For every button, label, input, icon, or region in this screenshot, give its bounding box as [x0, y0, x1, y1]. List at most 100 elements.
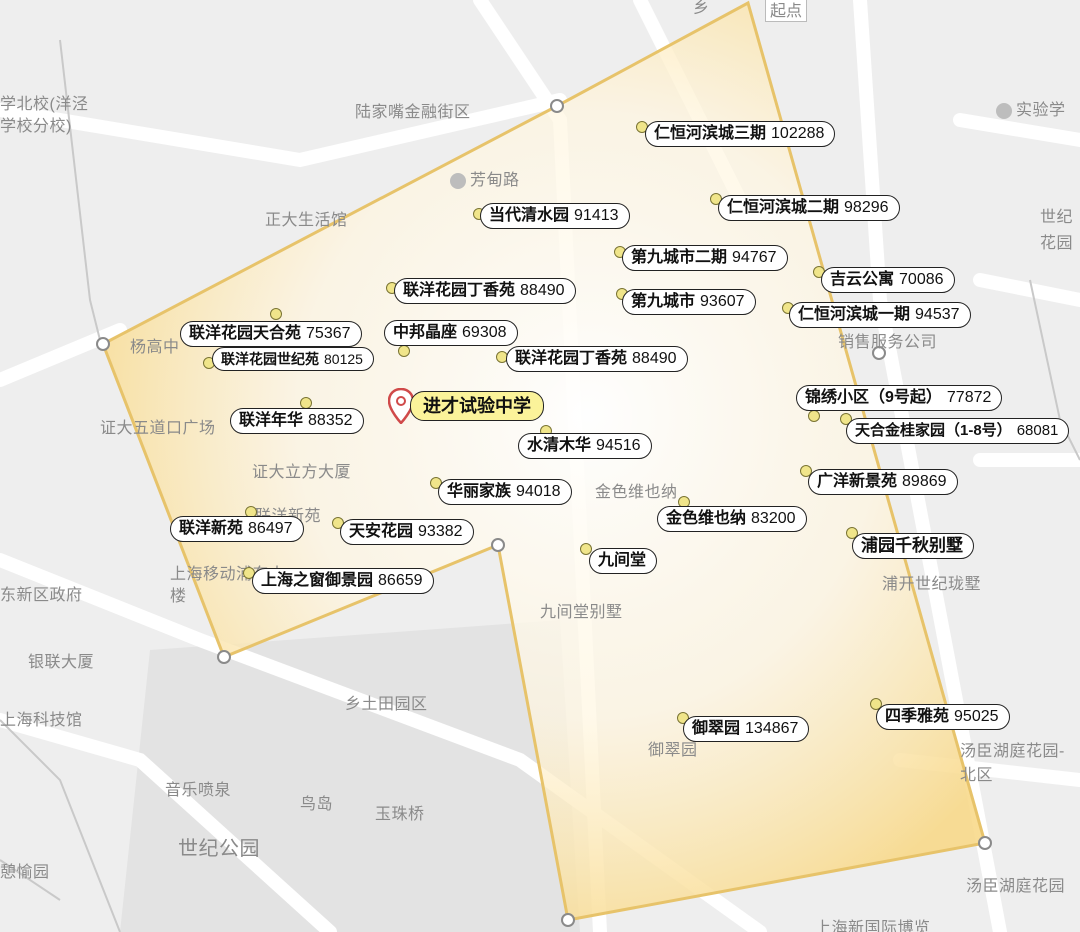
poi-label: 东新区政府	[0, 587, 83, 604]
community-price: 70086	[899, 271, 944, 288]
community-name: 浦园千秋别墅	[861, 536, 963, 555]
poi-label: 陆家嘴金融街区	[355, 104, 471, 121]
community-price: 69308	[462, 324, 507, 341]
community-name: 水清木华	[527, 437, 592, 454]
community-price: 93382	[418, 523, 463, 540]
community-label[interactable]: 四季雅苑 95025	[876, 704, 1010, 730]
community-price: 80125	[324, 351, 363, 367]
community-price: 98296	[844, 199, 889, 216]
community-label[interactable]: 天安花园 93382	[340, 519, 474, 545]
community-label[interactable]: 联洋花园丁香苑 88490	[394, 278, 576, 304]
poi-label: 芳甸路	[450, 166, 520, 190]
poi-label: 憩愉园	[0, 864, 50, 881]
polygon-vertex[interactable]	[561, 913, 575, 927]
poi-label: 鸟岛	[300, 796, 334, 813]
polygon-vertex[interactable]	[96, 337, 110, 351]
community-name: 华丽家族	[447, 483, 512, 500]
community-label[interactable]: 九间堂	[589, 548, 658, 574]
community-price: 83200	[751, 510, 796, 527]
poi-label: 世纪公园	[178, 838, 260, 860]
polygon-vertex[interactable]	[217, 650, 231, 664]
poi-label: 上海新国际博览	[815, 920, 931, 932]
polygon-vertex[interactable]	[978, 836, 992, 850]
poi-label: 世纪花园	[1040, 209, 1074, 252]
community-name: 吉云公寓	[830, 271, 895, 288]
community-name: 广洋新景苑	[817, 473, 898, 490]
community-price: 88490	[520, 282, 565, 299]
community-name: 天合金桂家园（1-8号）	[855, 422, 1012, 439]
community-price: 94767	[732, 249, 777, 266]
community-name: 锦绣小区（9号起）	[805, 389, 942, 406]
community-label[interactable]: 中邦晶座 69308	[384, 320, 518, 346]
school-label[interactable]: 进才试验中学	[410, 391, 544, 421]
community-name: 联洋花园丁香苑	[515, 350, 628, 367]
community-label[interactable]: 水清木华 94516	[518, 433, 652, 459]
community-label[interactable]: 御翠园 134867	[683, 716, 810, 742]
poi-label: 金色维也纳	[595, 484, 678, 501]
community-label[interactable]: 当代清水园 91413	[480, 203, 630, 229]
community-label[interactable]: 仁恒河滨城二期 98296	[718, 195, 900, 221]
poi-label: 实验学	[996, 96, 1066, 120]
poi-label: 音乐喷泉	[165, 782, 232, 799]
school-icon	[996, 102, 1012, 119]
community-pin-dot[interactable]	[270, 308, 282, 320]
polygon-vertex[interactable]	[550, 99, 564, 113]
community-name: 四季雅苑	[885, 708, 950, 725]
community-pin-dot[interactable]	[808, 410, 820, 422]
poi-label: 证大立方大厦	[252, 464, 352, 481]
community-label[interactable]: 第九城市二期 94767	[622, 245, 788, 271]
community-label[interactable]: 联洋新苑 86497	[170, 516, 304, 542]
community-name: 第九城市二期	[631, 249, 728, 266]
community-label[interactable]: 浦园千秋别墅	[852, 533, 974, 559]
poi-label: 玉珠桥	[375, 806, 425, 823]
community-label[interactable]: 上海之窗御景园 86659	[252, 568, 434, 594]
community-name: 当代清水园	[489, 207, 570, 224]
poi-label: 正大生活馆	[265, 212, 348, 229]
community-price: 68081	[1016, 422, 1059, 439]
poi-label: 杨高中	[130, 339, 180, 356]
poi-label: 汤臣湖庭花园-北区	[960, 743, 1065, 784]
community-name: 仁恒河滨城二期	[727, 199, 840, 216]
community-name: 仁恒河滨城三期	[654, 125, 767, 142]
community-name: 天安花园	[349, 523, 414, 540]
community-label[interactable]: 联洋年华 88352	[230, 408, 364, 434]
community-label[interactable]: 华丽家族 94018	[438, 479, 572, 505]
community-label[interactable]: 联洋花园丁香苑 88490	[506, 346, 688, 372]
community-price: 94018	[516, 483, 561, 500]
community-price: 93607	[700, 293, 745, 310]
poi-label: 汤臣湖庭花园	[966, 878, 1066, 895]
community-label[interactable]: 联洋花园天合苑 75367	[180, 321, 362, 347]
community-price: 94516	[596, 437, 641, 454]
community-price: 134867	[745, 720, 799, 737]
poi-label: 乡	[693, 0, 710, 17]
polygon-vertex[interactable]	[491, 538, 505, 552]
community-price: 75367	[306, 325, 351, 342]
community-price: 86659	[378, 572, 423, 589]
community-label[interactable]: 锦绣小区（9号起） 77872	[796, 385, 1003, 411]
community-label[interactable]: 广洋新景苑 89869	[808, 469, 958, 495]
community-price: 88352	[308, 412, 353, 429]
poi-label: 销售服务公司	[838, 334, 938, 351]
community-price: 89869	[902, 473, 947, 490]
community-label[interactable]: 金色维也纳 83200	[657, 506, 807, 532]
community-name: 九间堂	[598, 552, 647, 569]
community-label[interactable]: 天合金桂家园（1-8号） 68081	[846, 418, 1070, 444]
poi-label: 银联大厦	[28, 654, 95, 671]
community-price: 95025	[954, 708, 999, 725]
community-label[interactable]: 第九城市 93607	[622, 289, 756, 315]
community-label[interactable]: 联洋花园世纪苑 80125	[212, 347, 374, 371]
community-price: 88490	[632, 350, 677, 367]
community-label[interactable]: 仁恒河滨城一期 94537	[789, 302, 971, 328]
community-label[interactable]: 吉云公寓 70086	[821, 267, 955, 293]
community-price: 77872	[946, 389, 992, 406]
poi-label: 九间堂别墅	[540, 604, 623, 621]
community-name: 第九城市	[631, 293, 696, 310]
community-price: 102288	[771, 125, 825, 142]
community-name: 仁恒河滨城一期	[798, 306, 911, 323]
community-name: 上海之窗御景园	[261, 572, 374, 589]
community-name: 金色维也纳	[666, 510, 747, 527]
community-label[interactable]: 仁恒河滨城三期 102288	[645, 121, 836, 147]
map-canvas[interactable]: 起点 陆家嘴金融街区 芳甸路 正大生活馆 杨高中 证大五道口广场 证大立方大厦 …	[0, 0, 1080, 932]
poi-label: 乡土田园区	[345, 696, 428, 713]
community-pin-dot[interactable]	[398, 345, 410, 357]
